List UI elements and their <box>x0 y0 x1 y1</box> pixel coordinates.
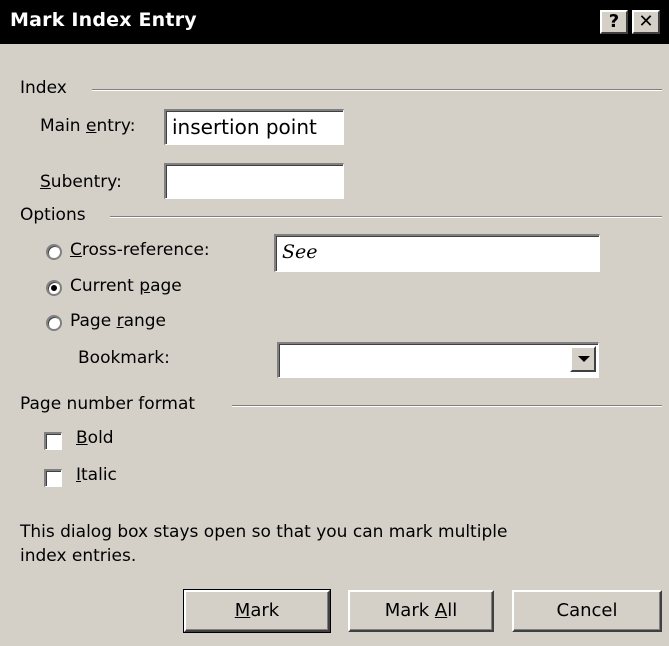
page-number-format-divider <box>232 405 662 407</box>
current-page-radio[interactable] <box>46 280 62 296</box>
page-range-label: Page range <box>70 311 167 331</box>
cross-reference-input[interactable]: See <box>274 234 600 272</box>
italic-label: Italic <box>76 465 117 485</box>
dialog-title: Mark Index Entry <box>10 9 197 31</box>
subentry-input[interactable] <box>164 163 344 199</box>
page-number-format-label: Page number format <box>20 394 204 414</box>
bookmark-select[interactable] <box>277 342 599 378</box>
close-icon: ✕ <box>638 11 654 32</box>
dropdown-triangle <box>578 356 590 362</box>
chevron-down-icon[interactable] <box>570 346 596 372</box>
info-text: This dialog box stays open so that you c… <box>20 520 507 568</box>
info-text-line-1: This dialog box stays open so that you c… <box>20 522 508 542</box>
main-entry-label: Main entry: <box>40 116 136 136</box>
main-entry-input[interactable]: insertion point <box>164 109 344 145</box>
italic-checkbox[interactable] <box>44 469 62 487</box>
radio-selected-dot <box>51 285 57 291</box>
cancel-button[interactable]: Cancel <box>512 590 662 632</box>
options-group-divider <box>110 216 662 218</box>
mark-button[interactable]: Mark <box>183 589 331 633</box>
bookmark-label: Bookmark: <box>78 348 170 368</box>
current-page-label: Current page <box>70 276 182 296</box>
info-text-line-2: index entries. <box>20 546 137 566</box>
bold-label: Bold <box>76 428 114 448</box>
help-button[interactable]: ? <box>600 10 628 34</box>
mark-all-button[interactable]: Mark All <box>348 590 494 632</box>
index-group-divider <box>92 89 662 91</box>
cross-reference-label: Cross-reference: <box>70 240 210 260</box>
cross-reference-radio[interactable] <box>46 244 62 260</box>
help-icon: ? <box>608 11 620 32</box>
bold-checkbox[interactable] <box>44 432 62 450</box>
index-group-label: Index <box>20 78 75 98</box>
title-bar[interactable]: Mark Index Entry ? ✕ <box>0 0 669 44</box>
options-group-label: Options <box>20 205 94 225</box>
page-range-radio[interactable] <box>46 315 62 331</box>
mark-index-entry-dialog: Mark Index Entry ? ✕ Index Main entry: i… <box>0 0 669 646</box>
subentry-label: Subentry: <box>40 172 122 192</box>
close-button[interactable]: ✕ <box>632 10 660 34</box>
